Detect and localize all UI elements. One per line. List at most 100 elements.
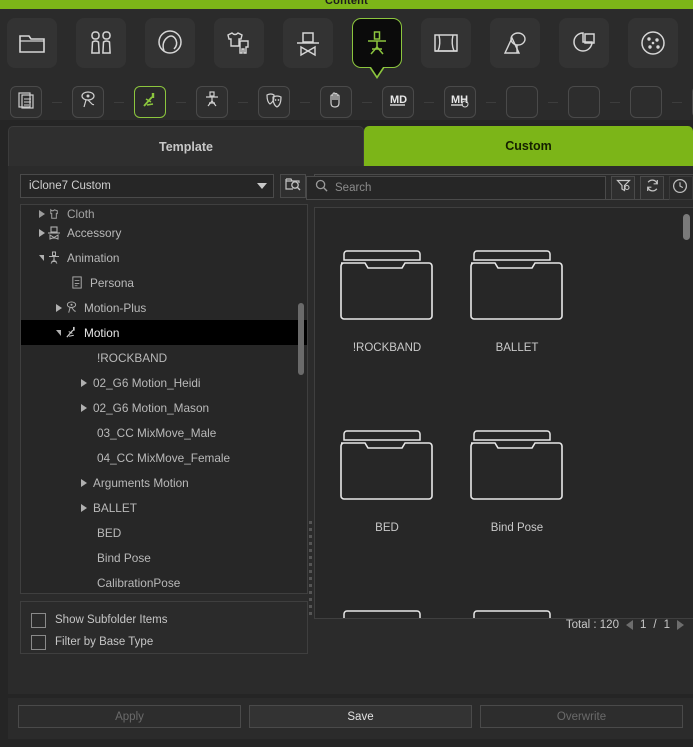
page-separator: /	[653, 619, 657, 631]
content-manager-window: Content MD MH Template Custom iClone7 Cu…	[0, 0, 693, 747]
toolbar-button-actor[interactable]	[76, 18, 126, 68]
tree-item-ballet[interactable]: BALLET	[21, 495, 307, 520]
library-select[interactable]: iClone7 Custom	[20, 174, 274, 198]
subtoolbar-button-motion-plus[interactable]	[72, 86, 104, 118]
chevron-down-icon[interactable]	[56, 329, 61, 336]
tree-item-calibrationpose[interactable]: CalibrationPose	[21, 570, 307, 593]
content-scrollbar-thumb[interactable]	[683, 214, 690, 240]
motion-plus-icon	[62, 301, 80, 314]
tree-item-g6-motion-mason[interactable]: 02_G6 Motion_Mason	[21, 395, 307, 420]
library-filter-bar: iClone7 Custom	[20, 174, 308, 198]
subtoolbar-button-persona[interactable]	[10, 86, 42, 118]
toolbar-button-animation[interactable]	[352, 18, 402, 68]
tab-custom[interactable]: Custom	[364, 126, 693, 166]
subtoolbar-button-pose[interactable]	[196, 86, 228, 118]
tree-item-animation[interactable]: Animation	[21, 245, 307, 270]
tab-template[interactable]: Template	[8, 126, 364, 166]
content-grid[interactable]: !ROCKBAND BALLET BED Bind Pose	[314, 207, 693, 619]
refresh-button[interactable]	[640, 176, 664, 200]
left-column: iClone7 Custom Cloth Accessory Animation…	[20, 174, 308, 654]
motion-plus-icon	[79, 90, 97, 114]
toolbar-separator	[486, 101, 496, 103]
subtoolbar-button-face[interactable]	[258, 86, 290, 118]
checkbox-filter-by-base-type[interactable]: Filter by Base Type	[31, 631, 307, 653]
tree-item-bed[interactable]: BED	[21, 520, 307, 545]
cloth-icon	[225, 29, 253, 57]
toolbar-button-project-folder[interactable]	[7, 18, 57, 68]
chevron-right-icon[interactable]	[81, 378, 87, 387]
next-page-button[interactable]	[677, 620, 684, 630]
subtoolbar-slot-10[interactable]	[568, 86, 600, 118]
tree-item-accessory-label: Accessory	[67, 225, 122, 240]
search-icon	[315, 179, 328, 197]
tree-item-arguments-motion[interactable]: Arguments Motion	[21, 470, 307, 495]
toolbar-region: MD MH	[0, 9, 693, 120]
pose-icon	[203, 90, 221, 114]
folder-search-icon	[285, 176, 301, 196]
tree-item-ballet-label: BALLET	[93, 500, 137, 515]
window-title: Content	[325, 0, 368, 7]
tree-item-bind-pose[interactable]: Bind Pose	[21, 545, 307, 570]
face-masks-icon	[265, 91, 283, 114]
subtoolbar-button-hand[interactable]	[320, 86, 352, 118]
content-item[interactable]: Bind Pose	[459, 406, 575, 586]
subtoolbar-button-motion[interactable]	[134, 86, 166, 118]
subtoolbar-button-motion-director[interactable]: MD	[382, 86, 414, 118]
content-item[interactable]: BALLET	[459, 226, 575, 406]
tree-scrollbar-thumb[interactable]	[298, 303, 304, 375]
chevron-right-icon[interactable]	[81, 503, 87, 512]
checkbox-show-subfolder-items[interactable]: Show Subfolder Items	[31, 609, 307, 631]
cloth-icon	[45, 208, 63, 220]
subtoolbar-slot-9[interactable]	[506, 86, 538, 118]
toolbar-button-stage[interactable]	[421, 18, 471, 68]
content-item[interactable]: BED	[329, 406, 445, 586]
library-select-value: iClone7 Custom	[29, 180, 111, 192]
overwrite-button[interactable]: Overwrite	[480, 705, 683, 728]
tree-item-cc-mixmove-female[interactable]: 04_CC MixMove_Female	[21, 445, 307, 470]
toolbar-button-scene[interactable]	[559, 18, 609, 68]
browse-folder-button[interactable]	[280, 174, 306, 198]
persona-icon	[68, 276, 86, 289]
tree-item-persona[interactable]: Persona	[21, 270, 307, 295]
search-input[interactable]: Search	[306, 176, 606, 200]
tree-options-box: Show Subfolder Items Filter by Base Type	[20, 601, 308, 654]
subtoolbar-button-motion-human[interactable]: MH	[444, 86, 476, 118]
chevron-down-icon[interactable]	[39, 254, 44, 261]
category-tree[interactable]: Cloth Accessory Animation Persona Motion…	[20, 204, 308, 594]
overwrite-button-label: Overwrite	[556, 710, 607, 723]
tree-item-cloth-label: Cloth	[67, 208, 95, 220]
checkbox-icon[interactable]	[31, 634, 46, 650]
subtoolbar-slot-11[interactable]	[630, 86, 662, 118]
checkbox-icon[interactable]	[31, 612, 46, 628]
toolbar-button-cloth[interactable]	[214, 18, 264, 68]
toolbar-button-hair[interactable]	[145, 18, 195, 68]
previous-page-button[interactable]	[625, 620, 633, 630]
animation-icon	[363, 29, 391, 57]
tree-item-persona-label: Persona	[90, 275, 134, 290]
content-item[interactable]: !ROCKBAND	[329, 226, 445, 406]
tree-item-g6-motion-heidi[interactable]: 02_G6 Motion_Heidi	[21, 370, 307, 395]
toolbar-button-prop[interactable]	[490, 18, 540, 68]
apply-button[interactable]: Apply	[18, 705, 241, 728]
toolbar-separator	[424, 101, 434, 103]
tree-item-cc-mixmove-male[interactable]: 03_CC MixMove_Male	[21, 420, 307, 445]
chevron-right-icon[interactable]	[81, 478, 87, 487]
filter-button[interactable]	[611, 176, 635, 200]
tree-item-cloth[interactable]: Cloth	[21, 208, 307, 220]
toolbar-separator	[362, 101, 372, 103]
panel-splitter[interactable]	[308, 521, 313, 621]
tree-item-rockband[interactable]: !ROCKBAND	[21, 345, 307, 370]
toolbar-separator	[114, 101, 124, 103]
chevron-down-icon	[257, 183, 267, 189]
tree-item-motion-plus[interactable]: Motion-Plus	[21, 295, 307, 320]
toolbar-button-particle[interactable]	[628, 18, 678, 68]
chevron-right-icon[interactable]	[81, 403, 87, 412]
tree-item-bed-label: BED	[97, 525, 122, 540]
accessory-icon	[294, 29, 322, 57]
tree-item-motion[interactable]: Motion	[21, 320, 307, 345]
tree-item-accessory[interactable]: Accessory	[21, 220, 307, 245]
toolbar-button-accessory[interactable]	[283, 18, 333, 68]
history-button[interactable]	[669, 176, 693, 200]
save-button[interactable]: Save	[249, 705, 472, 728]
folder-thumbnail-icon	[467, 243, 567, 326]
